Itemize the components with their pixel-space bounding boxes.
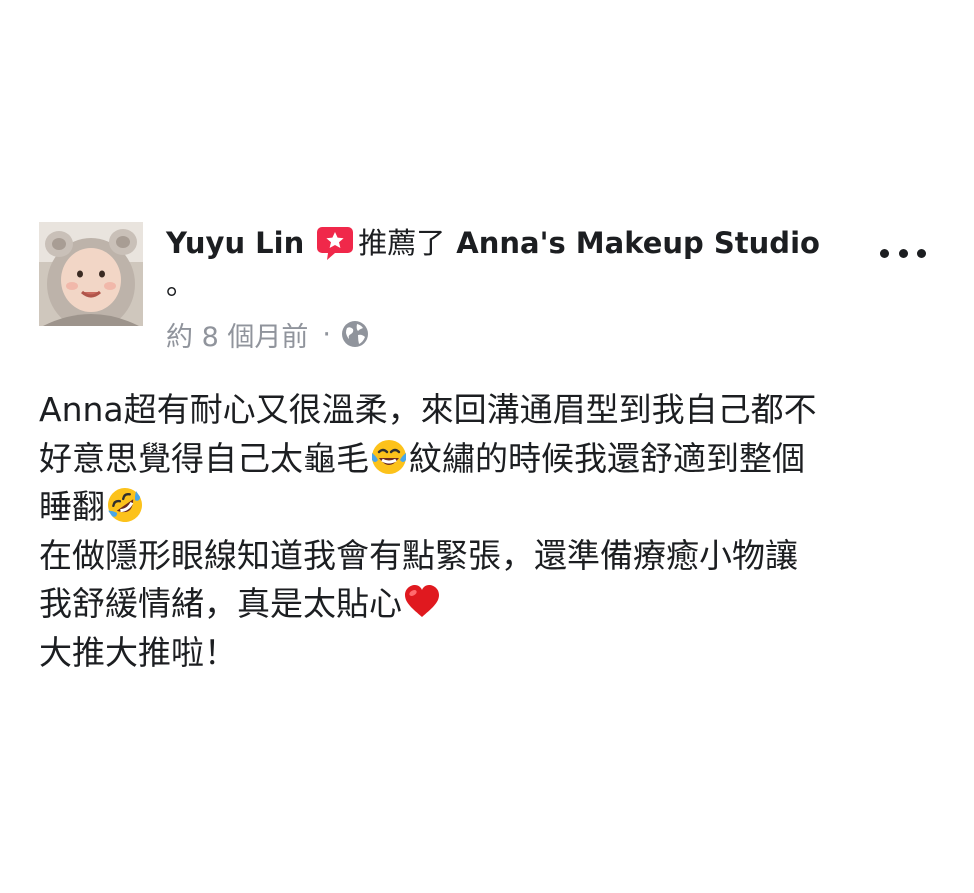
post-body-text: 好意思覺得自己太龜毛	[39, 438, 369, 478]
page-name-link[interactable]: Anna's Makeup Studio	[456, 221, 820, 265]
post-body-text: 紋繡的時候我還舒適到整個	[409, 438, 805, 478]
post-body-line: 睡翻	[39, 483, 939, 532]
author-avatar[interactable]	[39, 222, 143, 326]
more-options-icon	[880, 248, 889, 258]
red-heart-emoji	[405, 585, 439, 617]
face-with-tears-of-joy-emoji	[372, 439, 406, 474]
post-header: Yuyu Lin 推薦了 Anna's Makeup Studio	[166, 221, 820, 265]
post-body-line: 在做隱形眼線知道我會有點緊張，還準備療癒小物讓	[39, 535, 798, 575]
meta-separator: ·	[322, 318, 331, 350]
header-trailing-period: 。	[166, 267, 196, 301]
globe-icon[interactable]	[341, 320, 369, 348]
post-body-line: 大推大推啦！	[39, 632, 237, 672]
post-body-line: 好意思覺得自己太龜毛 紋繡的時候我還舒適到整個	[39, 435, 939, 484]
more-options-button[interactable]	[880, 238, 926, 268]
more-options-dot	[898, 248, 908, 258]
recommendation-post: Yuyu Lin 推薦了 Anna's Makeup Studio 。 約 8 …	[0, 0, 974, 893]
post-body: Anna超有耐心又很溫柔，來回溝通眉型到我自己都不 好意思覺得自己太龜毛 紋繡的…	[39, 386, 939, 677]
recommend-star-icon	[316, 221, 356, 265]
post-body-text: 我舒緩情緒，真是太貼心	[39, 584, 402, 623]
action-verb: 推薦了	[358, 226, 446, 260]
post-body-line: Anna超有耐心又很溫柔，來回溝通眉型到我自己都不	[39, 390, 817, 429]
rolling-on-floor-laughing-emoji	[108, 488, 142, 522]
author-name-link[interactable]: Yuyu Lin	[166, 221, 304, 265]
more-options-dot	[917, 248, 926, 258]
post-meta: 約 8 個月前 ·	[166, 312, 369, 356]
post-body-text: 睡翻	[39, 487, 105, 526]
post-body-line: 我舒緩情緒，真是太貼心	[39, 580, 939, 629]
timestamp-link[interactable]: 約 8 個月前	[166, 315, 308, 354]
